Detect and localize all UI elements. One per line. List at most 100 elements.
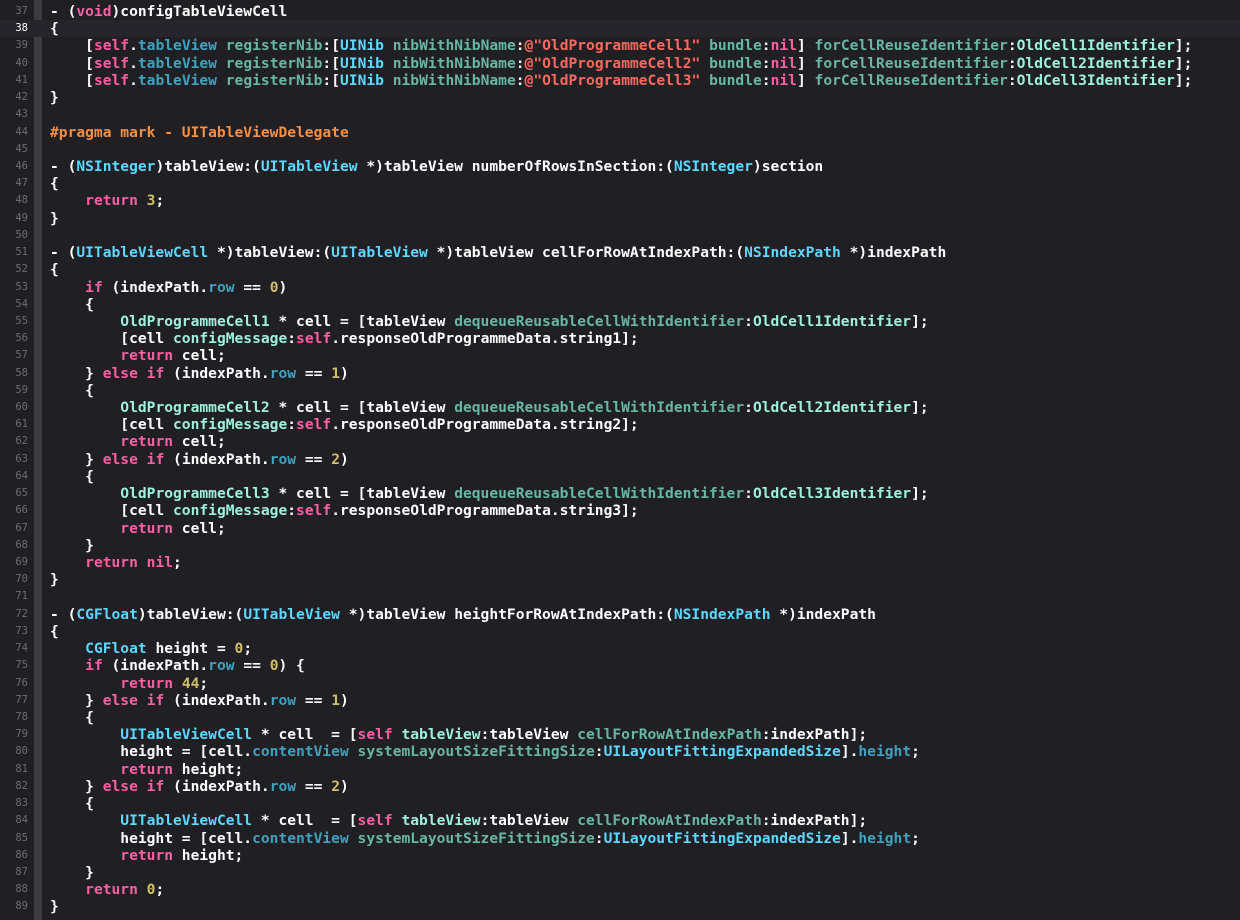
code-line[interactable]: 54 { — [0, 296, 1240, 313]
code-line[interactable]: 88 return 0; — [0, 881, 1240, 898]
code-line[interactable]: 42} — [0, 89, 1240, 106]
code-text[interactable]: } else if (indexPath.row == 2) — [50, 451, 349, 468]
code-line[interactable]: 62 return cell; — [0, 433, 1240, 450]
code-line[interactable]: 41 [self.tableView registerNib:[UINib ni… — [0, 72, 1240, 89]
code-line[interactable]: 76 return 44; — [0, 675, 1240, 692]
code-text[interactable]: { — [50, 468, 94, 485]
code-text[interactable]: } else if (indexPath.row == 1) — [50, 692, 349, 709]
code-text[interactable]: CGFloat height = 0; — [50, 640, 252, 657]
code-line[interactable]: 87 } — [0, 864, 1240, 881]
code-line[interactable]: 75 if (indexPath.row == 0) { — [0, 657, 1240, 674]
code-line[interactable]: 84 UITableViewCell * cell = [self tableV… — [0, 812, 1240, 829]
code-text[interactable]: [cell configMessage:self.responseOldProg… — [50, 330, 638, 347]
code-line[interactable]: 85 height = [cell.contentView systemLayo… — [0, 830, 1240, 847]
code-line[interactable]: 38 { — [0, 20, 1240, 38]
code-text[interactable]: } else if (indexPath.row == 2) — [50, 778, 349, 795]
code-line[interactable]: 68 } — [0, 537, 1240, 554]
code-text[interactable]: height = [cell.contentView systemLayoutS… — [50, 743, 920, 760]
code-text[interactable]: { — [50, 382, 94, 399]
code-text[interactable]: { — [50, 261, 59, 278]
code-text[interactable]: { — [50, 20, 59, 37]
code-text[interactable]: } else if (indexPath.row == 1) — [50, 365, 349, 382]
code-text[interactable]: UITableViewCell * cell = [self tableView… — [50, 812, 867, 829]
code-text[interactable]: if (indexPath.row == 0) { — [50, 657, 305, 674]
code-line[interactable]: 53 if (indexPath.row == 0) — [0, 279, 1240, 296]
code-text[interactable]: { — [50, 795, 94, 812]
code-text[interactable]: [cell configMessage:self.responseOldProg… — [50, 502, 638, 519]
code-text[interactable]: [self.tableView registerNib:[UINib nibWi… — [50, 72, 1192, 89]
code-text[interactable]: OldProgrammeCell1 * cell = [tableView de… — [50, 313, 928, 330]
code-text[interactable]: [self.tableView registerNib:[UINib nibWi… — [50, 55, 1192, 72]
code-line[interactable]: 82 } else if (indexPath.row == 2) — [0, 778, 1240, 795]
code-line[interactable]: 52 { — [0, 261, 1240, 278]
code-text[interactable]: return 3; — [50, 192, 164, 209]
code-text[interactable]: { — [50, 709, 94, 726]
code-line[interactable]: 57 return cell; — [0, 347, 1240, 364]
code-line[interactable]: 78 { — [0, 709, 1240, 726]
code-text[interactable]: height = [cell.contentView systemLayoutS… — [50, 830, 920, 847]
code-text[interactable]: #pragma mark - UITableViewDelegate — [50, 124, 349, 141]
code-line[interactable]: 46- (NSInteger)tableView:(UITableView *)… — [0, 158, 1240, 175]
code-text[interactable]: return 44; — [50, 675, 208, 692]
code-text[interactable]: [cell configMessage:self.responseOldProg… — [50, 416, 638, 433]
code-line[interactable]: 67 return cell; — [0, 520, 1240, 537]
code-text[interactable]: - (void)configTableViewCell — [50, 3, 287, 20]
code-text[interactable]: return nil; — [50, 554, 182, 571]
code-line[interactable]: 43 — [0, 106, 1240, 123]
code-text[interactable]: - (CGFloat)tableView:(UITableView *)tabl… — [50, 606, 876, 623]
code-line[interactable]: 61 [cell configMessage:self.responseOldP… — [0, 416, 1240, 433]
code-line[interactable]: 80 height = [cell.contentView systemLayo… — [0, 743, 1240, 760]
code-line[interactable]: 63 } else if (indexPath.row == 2) — [0, 451, 1240, 468]
code-text[interactable]: return cell; — [50, 520, 225, 537]
code-line[interactable]: 69 return nil; — [0, 554, 1240, 571]
code-text[interactable]: } — [50, 898, 59, 915]
code-text[interactable]: { — [50, 175, 59, 192]
code-editor[interactable]: 37- (void)configTableViewCell 38{39 [self… — [0, 0, 1240, 920]
code-line[interactable]: 56 [cell configMessage:self.responseOldP… — [0, 330, 1240, 347]
code-line[interactable]: 58 } else if (indexPath.row == 1) — [0, 365, 1240, 382]
code-line[interactable]: 44 #pragma mark - UITableViewDelegate — [0, 124, 1240, 141]
code-text[interactable]: return height; — [50, 847, 243, 864]
code-text[interactable]: } — [50, 537, 94, 554]
code-text[interactable]: { — [50, 623, 59, 640]
code-line[interactable]: 39 [self.tableView registerNib:[UINib ni… — [0, 37, 1240, 54]
code-line[interactable]: 50 — [0, 227, 1240, 244]
code-line[interactable]: 64 { — [0, 468, 1240, 485]
code-line[interactable]: 60 OldProgrammeCell2 * cell = [tableView… — [0, 399, 1240, 416]
code-text[interactable]: OldProgrammeCell3 * cell = [tableView de… — [50, 485, 928, 502]
code-line[interactable]: 37 - (void)configTableViewCell — [0, 3, 1240, 20]
code-line[interactable]: 45 — [0, 141, 1240, 158]
code-text[interactable]: } — [50, 89, 59, 106]
code-line[interactable]: 55 OldProgrammeCell1 * cell = [tableView… — [0, 313, 1240, 330]
code-line[interactable]: 89} — [0, 898, 1240, 915]
code-text[interactable]: } — [50, 210, 59, 227]
code-line[interactable]: 79 UITableViewCell * cell = [self tableV… — [0, 726, 1240, 743]
code-text[interactable]: return height; — [50, 761, 243, 778]
code-line[interactable]: 83 { — [0, 795, 1240, 812]
code-text[interactable]: } — [50, 864, 94, 881]
code-line[interactable]: 65 OldProgrammeCell3 * cell = [tableView… — [0, 485, 1240, 502]
code-text[interactable]: OldProgrammeCell2 * cell = [tableView de… — [50, 399, 928, 416]
code-text[interactable]: UITableViewCell * cell = [self tableView… — [50, 726, 867, 743]
code-text[interactable]: [self.tableView registerNib:[UINib nibWi… — [50, 37, 1192, 54]
code-line[interactable]: 47 { — [0, 175, 1240, 192]
code-text[interactable]: - (NSInteger)tableView:(UITableView *)ta… — [50, 158, 823, 175]
code-line[interactable]: 74 CGFloat height = 0; — [0, 640, 1240, 657]
code-line[interactable]: 73 { — [0, 623, 1240, 640]
code-line[interactable]: 48 return 3; — [0, 192, 1240, 209]
code-line[interactable]: 66 [cell configMessage:self.responseOldP… — [0, 502, 1240, 519]
code-text[interactable]: if (indexPath.row == 0) — [50, 279, 287, 296]
code-line[interactable]: 72 - (CGFloat)tableView:(UITableView *)ta… — [0, 606, 1240, 623]
code-line[interactable]: 59 { — [0, 382, 1240, 399]
code-text[interactable]: return cell; — [50, 347, 225, 364]
code-line[interactable]: 40 [self.tableView registerNib:[UINib ni… — [0, 55, 1240, 72]
code-line[interactable]: 49} — [0, 210, 1240, 227]
code-text[interactable]: } — [50, 571, 59, 588]
code-text[interactable]: - (UITableViewCell *)tableView:(UITableV… — [50, 244, 946, 261]
code-line[interactable]: 70} — [0, 571, 1240, 588]
code-text[interactable]: return 0; — [50, 881, 164, 898]
code-text[interactable]: return cell; — [50, 433, 225, 450]
code-line[interactable]: 51 - (UITableViewCell *)tableView:(UITabl… — [0, 244, 1240, 261]
code-line[interactable]: 77 } else if (indexPath.row == 1) — [0, 692, 1240, 709]
code-line[interactable]: 86 return height; — [0, 847, 1240, 864]
